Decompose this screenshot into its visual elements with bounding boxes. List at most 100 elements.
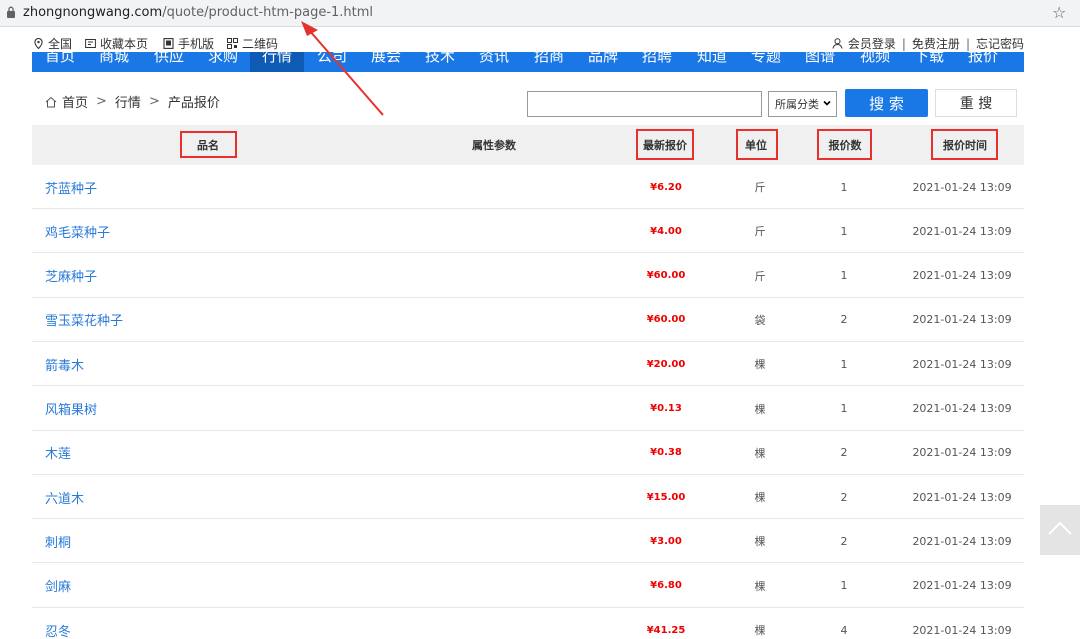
nav-item[interactable]: 商城 (99, 52, 129, 66)
quote-count-cell: 1 (840, 357, 848, 371)
chevron-up-icon (1048, 521, 1072, 535)
nav-item-active[interactable]: 行情 (262, 52, 292, 66)
topbar-mobile[interactable]: 手机版 (163, 35, 214, 52)
unit-cell: 棵 (754, 624, 766, 637)
price-cell: ¥41.25 (646, 624, 686, 636)
topbar-account-links: 会员登录 | 免费注册 | 忘记密码 (832, 35, 1024, 52)
bookmark-star-icon[interactable]: ☆ (1052, 3, 1066, 22)
nav-item[interactable]: 公司 (317, 52, 347, 66)
unit-cell: 棵 (754, 579, 766, 593)
breadcrumb-separator: > (96, 94, 107, 109)
breadcrumb-level1[interactable]: 行情 (115, 92, 141, 111)
breadcrumb-current: 产品报价 (167, 96, 220, 111)
annotation-box (636, 129, 694, 160)
quote-time-cell: 2021-01-24 13:09 (912, 313, 1012, 327)
nav-item[interactable]: 首页 (45, 52, 75, 66)
separator: | (965, 36, 970, 51)
nav-item[interactable]: 专题 (751, 52, 781, 66)
header-attrs: 属性参数 (472, 139, 516, 152)
unit-cell: 棵 (754, 358, 766, 372)
nav-item[interactable]: 求购 (208, 52, 238, 66)
nav-item[interactable]: 技术 (425, 52, 455, 66)
price-cell: ¥0.38 (650, 447, 682, 459)
category-select[interactable]: 所属分类 (768, 91, 837, 117)
table-row: 剑麻 ¥6.80 棵 1 2021-01-24 13:09 (32, 564, 1024, 608)
qrcode-icon (227, 38, 238, 49)
search-input[interactable] (527, 91, 762, 117)
topbar-qrcode-label: 二维码 (242, 37, 279, 51)
register-link[interactable]: 免费注册 (912, 35, 960, 52)
home-icon (45, 96, 57, 107)
product-name-link[interactable]: 剑麻 (45, 564, 71, 608)
forgot-password-link[interactable]: 忘记密码 (976, 35, 1024, 52)
quote-time-cell: 2021-01-24 13:09 (912, 623, 1012, 637)
nav-item[interactable]: 招商 (534, 52, 564, 66)
annotation-box (931, 129, 998, 160)
product-name-link[interactable]: 雪玉菜花种子 (45, 298, 123, 342)
annotation-box (736, 129, 778, 160)
nav-item[interactable]: 品牌 (588, 52, 618, 66)
price-cell: ¥6.20 (650, 181, 682, 193)
unit-cell: 棵 (754, 446, 766, 460)
quote-time-cell: 2021-01-24 13:09 (912, 446, 1012, 460)
nav-item[interactable]: 报价 (968, 52, 998, 66)
nav-item[interactable]: 资讯 (479, 52, 509, 66)
topbar-bookmark[interactable]: 收藏本页 (85, 35, 148, 52)
address-bar[interactable]: zhongnongwang.com/quote/product-htm-page… (0, 0, 1080, 27)
unit-cell: 斤 (754, 269, 766, 283)
table-row: 芝麻种子 ¥60.00 斤 1 2021-01-24 13:09 (32, 254, 1024, 298)
scroll-to-top-button[interactable] (1040, 505, 1080, 555)
product-name-link[interactable]: 箭毒木 (45, 342, 84, 386)
table-row: 风箱果树 ¥0.13 棵 1 2021-01-24 13:09 (32, 387, 1024, 431)
quote-time-cell: 2021-01-24 13:09 (912, 224, 1012, 238)
product-name-link[interactable]: 六道木 (45, 475, 84, 519)
quote-time-cell: 2021-01-24 13:09 (912, 490, 1012, 504)
product-name-link[interactable]: 芝麻种子 (45, 254, 97, 298)
nav-item[interactable]: 供应 (154, 52, 184, 66)
topbar-qrcode[interactable]: 二维码 (227, 35, 278, 52)
reset-search-button[interactable]: 重 搜 (935, 89, 1017, 117)
quote-time-cell: 2021-01-24 13:09 (912, 357, 1012, 371)
topbar-region[interactable]: 全国 (33, 35, 72, 52)
login-link[interactable]: 会员登录 (848, 35, 896, 52)
location-pin-icon (34, 38, 43, 49)
price-cell: ¥0.13 (650, 403, 682, 414)
nav-item[interactable]: 展会 (371, 52, 401, 66)
price-cell: ¥4.00 (650, 225, 682, 237)
price-cell: ¥20.00 (646, 358, 686, 370)
quote-count-cell: 4 (840, 623, 848, 637)
quote-count-cell: 1 (840, 402, 848, 415)
nav-item[interactable]: 视频 (860, 52, 890, 66)
nav-item[interactable]: 知道 (697, 52, 727, 66)
quote-time-cell: 2021-01-24 13:09 (912, 402, 1012, 415)
separator: | (901, 36, 906, 51)
quote-count-cell: 2 (840, 490, 848, 504)
nav-item[interactable]: 招聘 (642, 52, 672, 66)
topbar-region-label: 全国 (48, 37, 73, 51)
price-cell: ¥15.00 (646, 491, 686, 503)
breadcrumb-home[interactable]: 首页 (62, 92, 88, 111)
product-name-link[interactable]: 忍冬 (45, 608, 71, 639)
nav-item[interactable]: 图谱 (805, 52, 835, 66)
bookmark-icon (85, 39, 96, 48)
quote-time-cell: 2021-01-24 13:09 (912, 534, 1012, 548)
product-name-link[interactable]: 风箱果树 (45, 387, 97, 431)
unit-cell: 棵 (754, 402, 766, 416)
price-cell: ¥60.00 (646, 314, 686, 326)
table-row: 忍冬 ¥41.25 棵 4 2021-01-24 13:09 (32, 608, 1024, 639)
quote-time-cell: 2021-01-24 13:09 (912, 269, 1012, 283)
annotation-box (817, 129, 872, 160)
table-row: 刺桐 ¥3.00 棵 2 2021-01-24 13:09 (32, 519, 1024, 564)
product-name-link[interactable]: 刺桐 (45, 519, 71, 563)
search-button[interactable]: 搜 索 (845, 89, 928, 117)
table-row: 雪玉菜花种子 ¥60.00 袋 2 2021-01-24 13:09 (32, 298, 1024, 342)
product-name-link[interactable]: 鸡毛菜种子 (45, 209, 110, 253)
url-text[interactable]: zhongnongwang.com/quote/product-htm-page… (23, 5, 373, 20)
main-nav: 首页 商城 供应 求购 行情 公司 展会 技术 资讯 招商 品牌 招聘 知道 专… (32, 52, 1024, 72)
user-icon (832, 38, 843, 49)
product-name-link[interactable]: 芥蓝种子 (45, 165, 97, 209)
annotation-box (180, 131, 237, 158)
nav-item[interactable]: 下载 (914, 52, 944, 66)
product-name-link[interactable]: 木莲 (45, 431, 71, 475)
table-row: 箭毒木 ¥20.00 棵 1 2021-01-24 13:09 (32, 342, 1024, 387)
